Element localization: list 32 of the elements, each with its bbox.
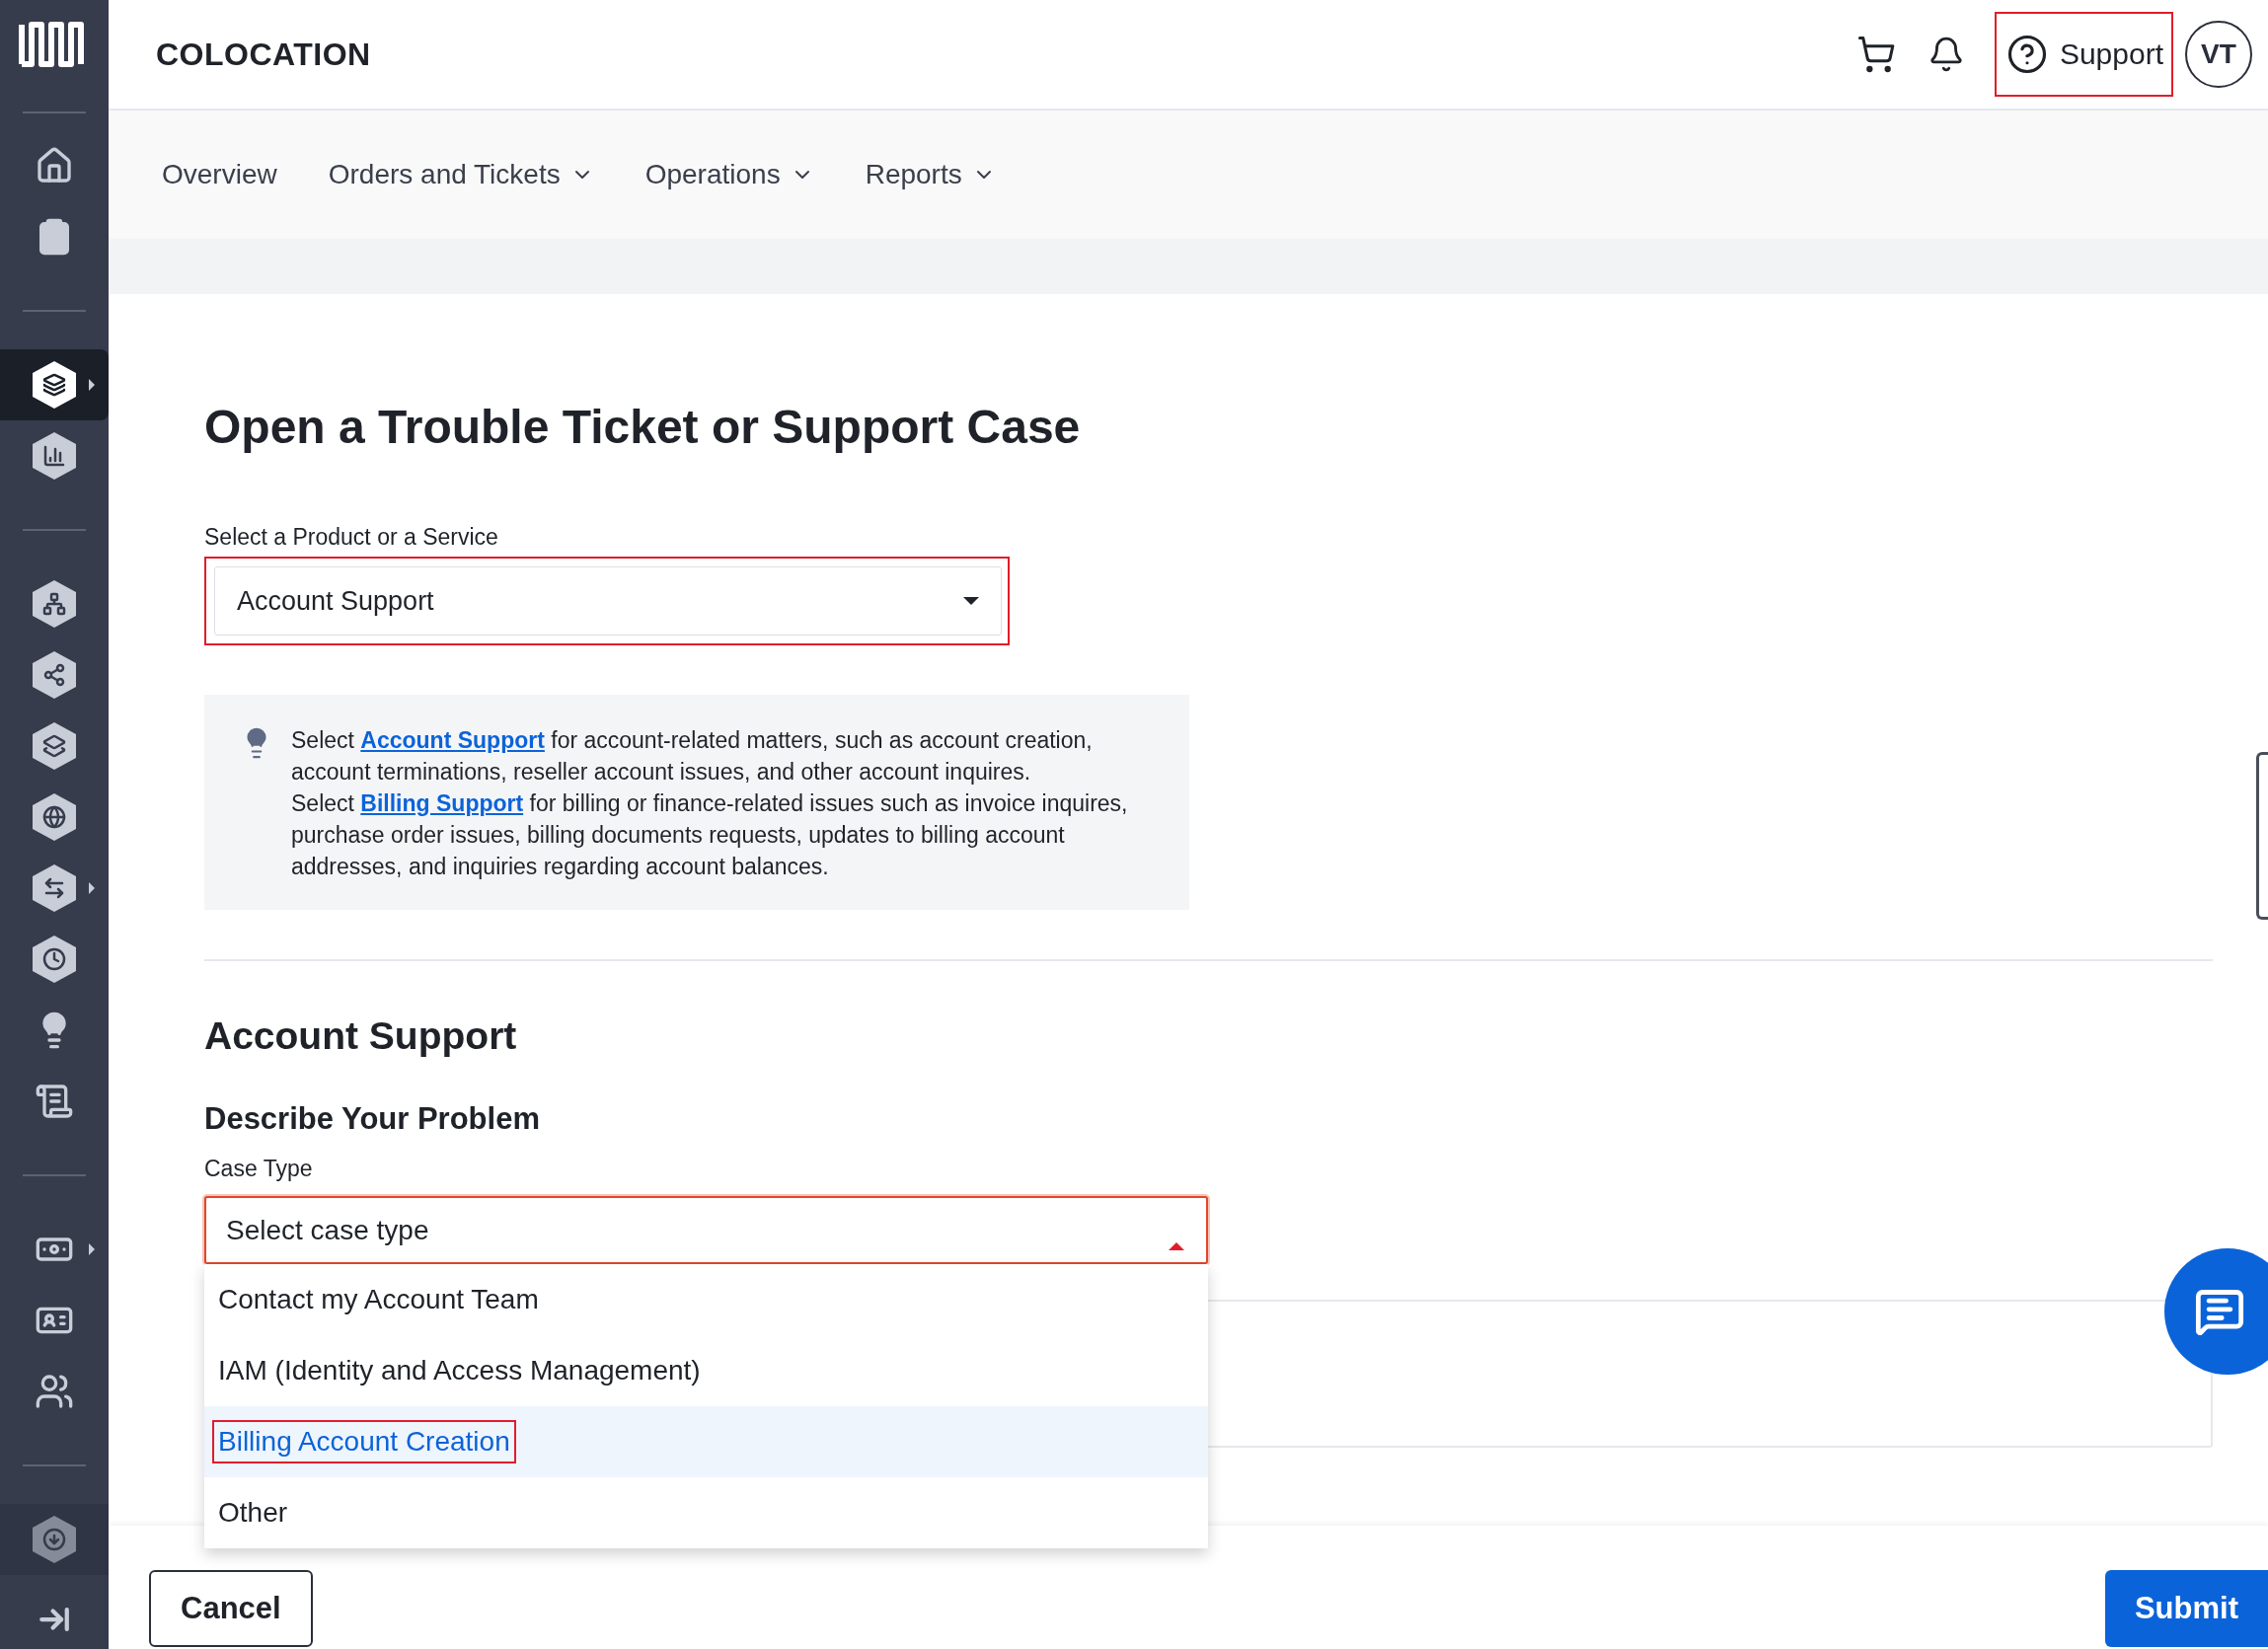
dropdown-arrow-icon <box>963 597 979 605</box>
cancel-button[interactable]: Cancel <box>149 1569 313 1647</box>
sidebar-item[interactable] <box>0 349 109 420</box>
nav-menu-item[interactable]: Overview <box>152 159 287 190</box>
app-title: COLOCATION <box>156 36 371 73</box>
nav-menu-item[interactable]: Operations <box>635 159 824 190</box>
dropdown-option[interactable]: Other <box>204 1477 1208 1548</box>
dropdown-option[interactable]: Contact my Account Team <box>204 1264 1208 1335</box>
subsection-title: Describe Your Problem <box>204 1100 541 1138</box>
info-text: Select Account Support for account-related matters, such as account creation, account terminations, reseller account issues, and other account inquires. <box>291 726 1094 787</box>
help-icon <box>2005 34 2048 75</box>
dropdown-option[interactable]: IAM (Identity and Access Management) <box>204 1335 1208 1406</box>
side-panel-handle[interactable] <box>2256 752 2268 920</box>
product-select[interactable]: Account Support <box>214 566 1002 636</box>
text-link[interactable]: Account Support <box>360 727 545 753</box>
submit-button[interactable]: Submit <box>2104 1569 2268 1647</box>
users-icon <box>35 1372 74 1411</box>
dropdown-option[interactable]: Billing Account Creation <box>204 1406 1208 1477</box>
page-title: Open a Trouble Ticket or Support Case <box>204 400 1082 455</box>
text-link[interactable]: Billing Support <box>360 790 524 816</box>
section-title: Account Support <box>204 1013 518 1059</box>
user-avatar[interactable]: VT <box>2185 21 2252 88</box>
case-type-input[interactable]: Select case type <box>204 1196 1208 1264</box>
scroll-icon <box>35 1082 74 1121</box>
info-text: Select Billing Support for billing or finance-related issues such as invoice inquires, purchase order issues, billing documents requests, updates to billing account addresses, and inquiries regarding account balances. <box>291 789 1129 881</box>
nav-menu-item[interactable]: Reports <box>855 159 1006 190</box>
field-label: Select a Product or a Service <box>204 523 499 552</box>
cart-icon[interactable] <box>1855 35 1896 74</box>
support-button[interactable]: Support <box>1996 14 2171 95</box>
home-icon <box>35 146 74 186</box>
nav-menu-item[interactable]: Orders and Tickets <box>318 159 604 190</box>
field-label: Case Type <box>204 1155 314 1183</box>
